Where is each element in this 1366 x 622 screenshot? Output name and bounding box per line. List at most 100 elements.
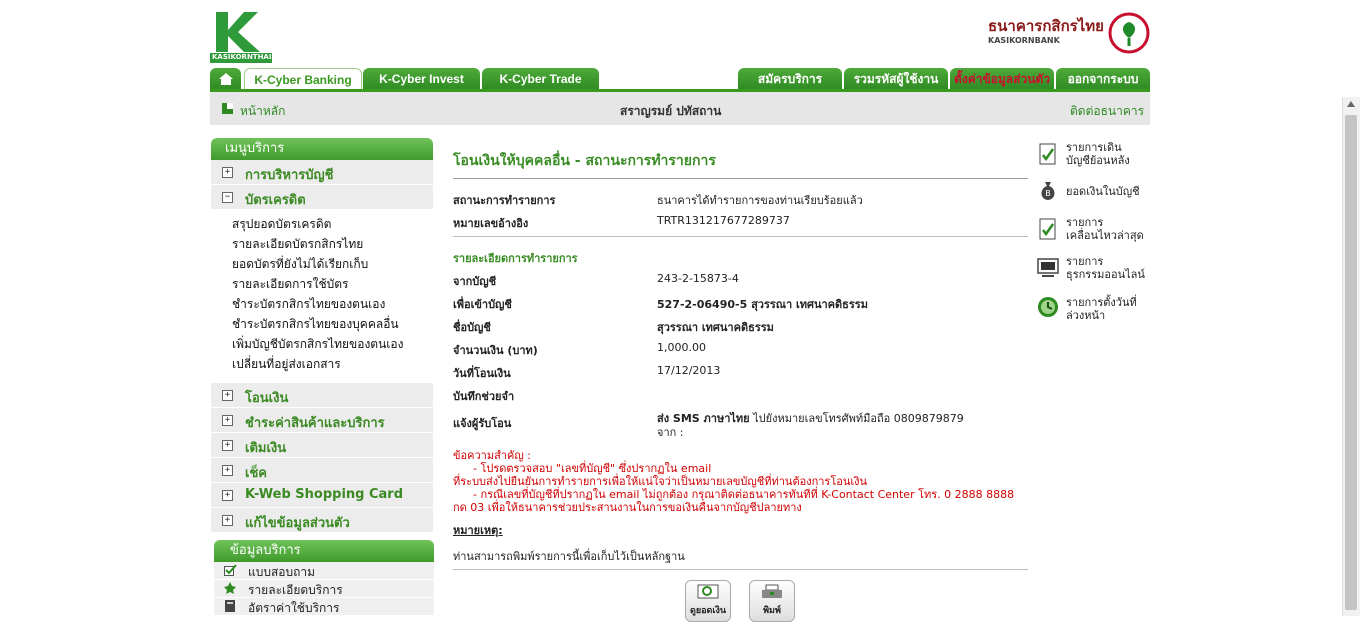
to-account-label: เพื่อเข้าบัญชี	[453, 298, 512, 311]
notify-recipient-label: แจ้งผู้รับโอน	[453, 417, 512, 430]
credit-sub-add-account[interactable]: เพิ่มบัญชีบัตรกสิกรไทยของตนเอง	[232, 335, 403, 354]
ref-value: TRTR131217677289737	[657, 214, 790, 227]
amount-label: จำนวนเงิน (บาท)	[453, 344, 538, 357]
menu-edit-personal[interactable]: + แก้ไขข้อมูลส่วนตัว	[211, 508, 433, 533]
svg-text:B: B	[1045, 189, 1051, 198]
right-account-balance[interactable]: ยอดเงินในบัญชี	[1066, 185, 1140, 198]
tab-logout[interactable]: ออกจากระบบ	[1056, 68, 1150, 90]
important-line-4: กด 03 เพื่อให้ธนาคารช่วยประสานงานในการขอ…	[453, 501, 802, 514]
menu-label: ชำระค่าสินค้าและบริการ	[245, 416, 385, 431]
right-recent-transactions[interactable]: รายการ เคลื่อนไหวล่าสุด	[1066, 216, 1144, 242]
bank-emblem-icon	[1108, 12, 1150, 54]
expand-icon: +	[222, 415, 233, 426]
right-label-line: ยอดเงินในบัญชี	[1066, 185, 1140, 198]
credit-sub-pay-own[interactable]: ชำระบัตรกสิกรไทยของตนเอง	[232, 295, 385, 314]
credit-sub-unbilled[interactable]: ยอดบัตรที่ยังไม่ได้เรียกเก็บ	[232, 255, 368, 274]
clock-icon[interactable]	[1037, 296, 1059, 318]
menu-label: โอนเงิน	[245, 391, 289, 406]
checkbox-check-icon	[224, 564, 237, 576]
menu-account-management[interactable]: + การบริหารบัญชี	[211, 160, 433, 185]
menu-credit-card[interactable]: − บัตรเครดิต	[211, 185, 433, 210]
calculator-icon	[225, 600, 235, 612]
kasikornthai-logo[interactable]: KASIKORNTHAI	[210, 10, 272, 64]
expand-icon: +	[222, 465, 233, 476]
to-account-value: 527-2-06490-5 สุวรรณา เทศนาคดิธรรม	[657, 298, 868, 311]
vertical-scrollbar[interactable]	[1342, 97, 1360, 616]
home-icon	[218, 73, 233, 85]
home-link[interactable]: หน้าหลัก	[240, 102, 285, 121]
credit-sub-pay-other[interactable]: ชำระบัตรกสิกรไทยของบุคคลอื่น	[232, 315, 399, 334]
tab-personal-settings[interactable]: ตั้งค่าข้อมูลส่วนตัว	[950, 68, 1054, 90]
notify-from: จาก :	[657, 426, 684, 439]
home-tab[interactable]	[210, 68, 241, 90]
money-bag-icon[interactable]: B	[1037, 179, 1059, 201]
credit-sub-card-details[interactable]: รายละเอียดบัตรกสิกรไทย	[232, 235, 363, 254]
tab-k-cyber-banking[interactable]: K-Cyber Banking	[244, 68, 362, 91]
user-name: สราญรมย์ ปทัสถาน	[620, 104, 722, 118]
account-name-value: สุวรรณา เทศนาคดิธรรม	[657, 321, 774, 334]
credit-sub-usage[interactable]: รายละเอียดการใช้บัตร	[232, 275, 348, 294]
sub-navigation-bar: หน้าหลัก สราญรมย์ ปทัสถาน ติดต่อธนาคาร	[210, 92, 1150, 125]
info-service-fees[interactable]: อัตราค่าใช้บริการ	[214, 598, 434, 615]
logo-text: KASIKORNTHAI	[212, 53, 272, 61]
tab-combine-user[interactable]: รวมรหัสผู้ใช้งาน	[844, 68, 948, 90]
status-label: สถานะการทำรายการ	[453, 194, 556, 207]
menu-transfer[interactable]: + โอนเงิน	[211, 383, 433, 408]
info-label: อัตราค่าใช้บริการ	[248, 601, 340, 615]
right-statement-history[interactable]: รายการเดิน บัญชีย้อนหลัง	[1066, 141, 1130, 167]
menu-cheque[interactable]: + เช็ค	[211, 458, 433, 483]
ref-label: หมายเลขอ้างอิง	[453, 217, 529, 230]
right-label-line: รายการ	[1066, 216, 1104, 229]
right-label-line: รายการเดิน	[1066, 141, 1122, 154]
info-survey[interactable]: แบบสอบถาม	[214, 562, 434, 579]
remark-title: หมายเหตุ:	[453, 524, 503, 537]
menu-label: การบริหารบัญชี	[245, 168, 334, 183]
printer-icon	[762, 584, 782, 598]
right-online-transactions[interactable]: รายการ ธุรกรรมออนไลน์	[1066, 255, 1145, 281]
magnifier-icon	[697, 584, 719, 599]
page-title: โอนเงินให้บุคคลอื่น - สถานะการทำรายการ	[453, 153, 716, 169]
menu-kweb-shopping[interactable]: + K-Web Shopping Card	[211, 483, 433, 508]
remark-text: ท่านสามารถพิมพ์รายการนี้เพื่อเก็บไว้เป็น…	[453, 550, 685, 563]
scrollbar-thumb[interactable]	[1345, 115, 1357, 610]
account-name-label: ชื่อบัญชี	[453, 321, 491, 334]
service-info-header: ข้อมูลบริการ	[214, 540, 434, 562]
tab-k-cyber-invest[interactable]: K-Cyber Invest	[363, 68, 480, 90]
bank-name-thai: ธนาคารกสิกรไทย	[988, 17, 1104, 35]
transfer-date-value: 17/12/2013	[657, 364, 721, 377]
right-label-line: รายการตั้งวันที่	[1066, 296, 1137, 309]
notify-sms-rest: ไปยังหมายเลขโทรศัพท์มือถือ 0809879879	[753, 412, 964, 425]
right-scheduled-transactions[interactable]: รายการตั้งวันที่ ล่วงหน้า	[1066, 296, 1137, 322]
menu-label: เช็ค	[245, 466, 267, 481]
recent-transactions-icon[interactable]	[1037, 218, 1059, 240]
credit-sub-summary[interactable]: สรุปยอดบัตรเครดิต	[232, 215, 331, 234]
online-transactions-icon[interactable]	[1037, 257, 1059, 279]
right-label-line: รายการ	[1066, 255, 1104, 268]
credit-sub-change-address[interactable]: เปลี่ยนที่อยู่ส่งเอกสาร	[232, 355, 341, 374]
home-square-icon	[222, 103, 233, 114]
service-menu-header: เมนูบริการ	[211, 138, 433, 160]
transfer-date-label: วันที่โอนเงิน	[453, 367, 511, 380]
status-value: ธนาคารได้ทำรายการของท่านเรียบร้อยแล้ว	[657, 194, 863, 207]
from-account-value: 243-2-15873-4	[657, 272, 739, 285]
menu-label: แก้ไขข้อมูลส่วนตัว	[245, 516, 350, 531]
right-label-line: ล่วงหน้า	[1066, 309, 1106, 322]
info-service-details[interactable]: รายละเอียดบริการ	[214, 580, 434, 597]
tab-k-cyber-trade[interactable]: K-Cyber Trade	[482, 68, 599, 90]
expand-icon: +	[222, 490, 233, 501]
menu-top-up[interactable]: + เติมเงิน	[211, 433, 433, 458]
menu-pay-bills[interactable]: + ชำระค่าสินค้าและบริการ	[211, 408, 433, 433]
menu-label: บัตรเครดิต	[245, 193, 306, 208]
section-divider	[453, 236, 1028, 237]
right-label-line: บัญชีย้อนหลัง	[1066, 154, 1130, 167]
expand-icon: +	[222, 390, 233, 401]
scroll-up-arrow-icon[interactable]	[1347, 101, 1355, 107]
tab-apply-service[interactable]: สมัครบริการ	[738, 68, 842, 90]
check-balance-label: ดูยอดเงิน	[690, 606, 726, 616]
statement-history-icon[interactable]	[1037, 143, 1059, 165]
contact-bank-link[interactable]: ติดต่อธนาคาร	[1070, 102, 1144, 121]
bank-name-en: KASIKORNBANK	[988, 36, 1060, 45]
kasikornbank-logo: ธนาคารกสิกรไทย KASIKORNBANK	[986, 12, 1150, 56]
menu-label: K-Web Shopping Card	[245, 487, 404, 502]
expand-icon: +	[222, 167, 233, 178]
